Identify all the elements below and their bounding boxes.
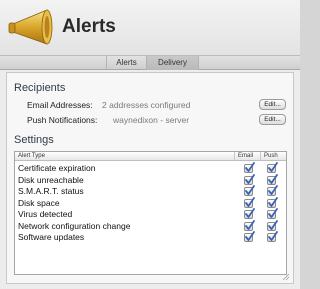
email-addresses-label: Email Addresses: xyxy=(27,100,93,110)
push-checkbox[interactable] xyxy=(267,196,278,208)
alerts-window: Alerts Alerts Delivery Recipients Email … xyxy=(0,0,300,289)
email-checkbox[interactable] xyxy=(244,173,255,185)
push-notifications-label: Push Notifications: xyxy=(27,115,98,125)
checkmark-icon xyxy=(268,162,278,172)
checkmark-icon xyxy=(268,231,278,241)
table-row[interactable]: Virus detected xyxy=(15,208,286,220)
push-notifications-value: waynedixon - server xyxy=(113,115,190,125)
checkmark-icon xyxy=(268,208,278,218)
table-row[interactable]: Network configuration change xyxy=(15,219,286,232)
push-checkbox[interactable] xyxy=(267,185,278,196)
checkmark-icon xyxy=(245,185,255,195)
checkmark-icon xyxy=(268,196,278,207)
alert-type-cell: S.M.A.R.T. status xyxy=(18,186,84,196)
tab-alerts[interactable]: Alerts xyxy=(106,56,146,70)
email-checkbox[interactable] xyxy=(244,162,255,173)
alert-type-cell: Certificate expiration xyxy=(18,163,96,173)
alert-type-cell: Virus detected xyxy=(18,209,73,219)
checkmark-icon xyxy=(245,162,255,172)
table-row[interactable]: Certificate expiration xyxy=(15,162,286,174)
tab-bar: Alerts Delivery xyxy=(0,55,300,70)
table-row[interactable]: Disk space xyxy=(15,196,286,209)
checkmark-icon xyxy=(245,208,255,218)
header-bar: Alerts xyxy=(0,0,300,55)
alert-settings-table: Alert Type Email Push Certificate expira… xyxy=(14,151,287,275)
alert-type-cell: Disk space xyxy=(18,197,60,208)
table-row[interactable]: Disk unreachable xyxy=(15,173,286,186)
edit-email-button[interactable]: Edit... xyxy=(259,99,286,110)
app-title: Alerts xyxy=(62,16,116,37)
column-divider xyxy=(260,152,261,161)
alert-type-cell: Network configuration change xyxy=(18,220,131,231)
checkmark-icon xyxy=(268,219,278,230)
alert-type-cell: Disk unreachable xyxy=(18,174,84,185)
megaphone-icon xyxy=(8,9,53,45)
delivery-panel: Recipients Email Addresses: 2 addresses … xyxy=(6,72,294,284)
settings-heading: Settings xyxy=(14,134,54,146)
push-checkbox[interactable] xyxy=(267,162,278,173)
email-checkbox[interactable] xyxy=(244,208,255,219)
push-checkbox[interactable] xyxy=(267,219,278,231)
column-divider xyxy=(234,152,235,161)
alert-type-cell: Software updates xyxy=(18,232,85,242)
email-checkbox[interactable] xyxy=(244,231,255,242)
email-checkbox[interactable] xyxy=(244,196,255,208)
checkmark-icon xyxy=(245,219,255,230)
checkmark-icon xyxy=(245,173,255,184)
email-checkbox[interactable] xyxy=(244,219,255,231)
checkmark-icon xyxy=(268,185,278,195)
checkmark-icon xyxy=(245,196,255,207)
table-row[interactable]: Software updates xyxy=(15,231,286,243)
push-checkbox[interactable] xyxy=(267,173,278,185)
recipients-heading: Recipients xyxy=(14,82,66,94)
tab-delivery[interactable]: Delivery xyxy=(146,56,199,70)
email-addresses-value: 2 addresses configured xyxy=(102,100,191,110)
push-checkbox[interactable] xyxy=(267,231,278,242)
email-checkbox[interactable] xyxy=(244,185,255,196)
edit-push-button[interactable]: Edit... xyxy=(259,114,286,125)
column-email[interactable]: Email xyxy=(238,153,253,159)
checkmark-icon xyxy=(245,231,255,241)
push-checkbox[interactable] xyxy=(267,208,278,219)
table-header: Alert Type Email Push xyxy=(15,152,286,161)
column-push[interactable]: Push xyxy=(264,153,278,159)
table-row[interactable]: S.M.A.R.T. status xyxy=(15,185,286,197)
column-alert-type[interactable]: Alert Type xyxy=(18,153,45,159)
resize-grip-icon[interactable] xyxy=(282,273,290,281)
checkmark-icon xyxy=(268,173,278,184)
